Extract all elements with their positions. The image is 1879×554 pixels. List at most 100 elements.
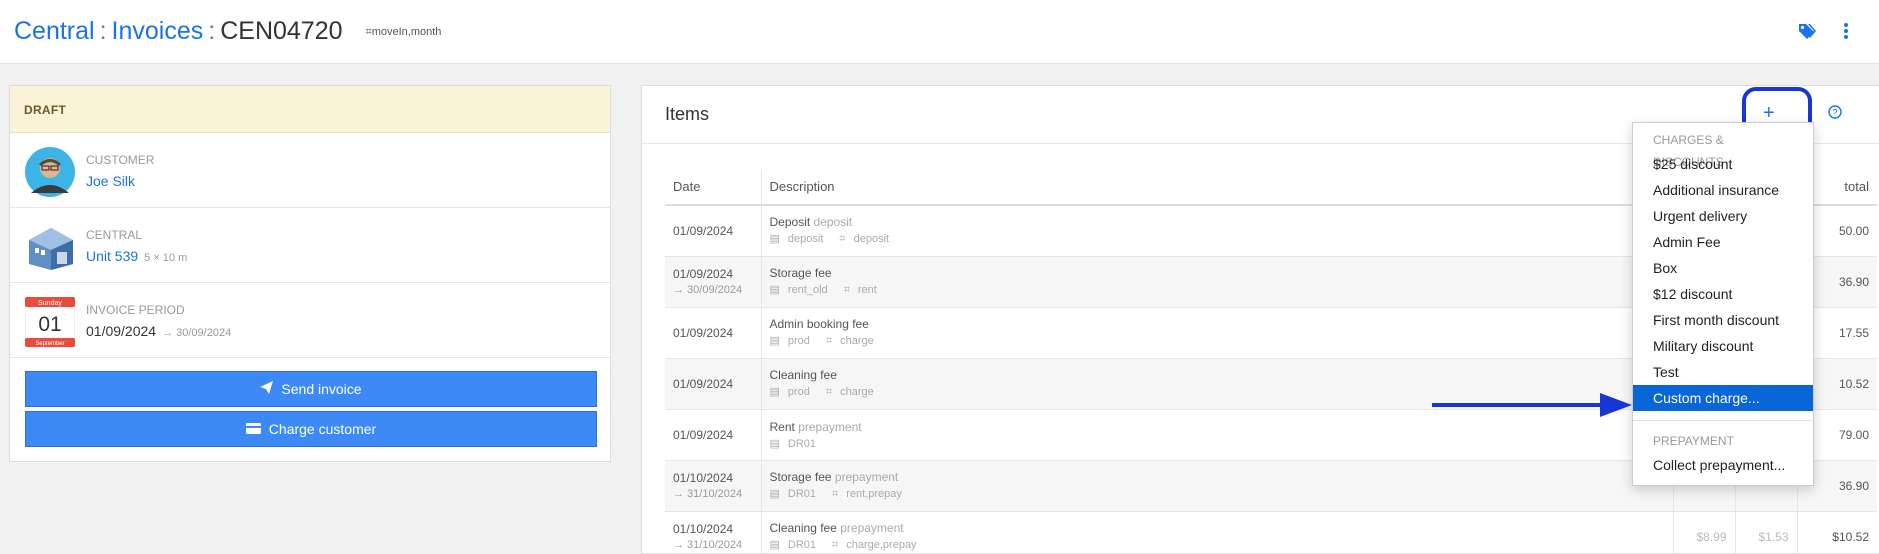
tag-icon: ⌗ — [839, 233, 846, 246]
invoice-tags[interactable]: ⌗moveIn,month — [365, 26, 441, 38]
menu-item[interactable]: Military discount — [1633, 333, 1813, 359]
unit-name[interactable]: Unit 539 — [86, 248, 138, 264]
period-row: Sunday 01 September INVOICE PERIOD 01/09/2… — [10, 283, 610, 358]
customer-name-link[interactable]: Joe Silk — [86, 173, 135, 189]
menu-item[interactable]: Additional insurance — [1633, 177, 1813, 203]
ledger-icon: ▤ — [769, 437, 780, 450]
help-icon[interactable]: ? — [1828, 105, 1842, 124]
page-title: CEN04720 — [220, 17, 343, 45]
unit-link[interactable]: Unit 539 5 × 10 m — [86, 248, 187, 264]
row-description[interactable]: Cleaning fee — [770, 368, 837, 382]
row-code: ▤ prod — [770, 386, 818, 398]
unit-size: 5 × 10 m — [144, 252, 188, 264]
menu-item[interactable]: Collect prepayment... — [1633, 452, 1813, 478]
row-description[interactable]: Admin booking fee — [770, 317, 869, 331]
row-date: 01/10/2024 — [673, 522, 734, 536]
charge-customer-label: Charge customer — [268, 421, 377, 437]
menu-item[interactable]: First month discount — [1633, 307, 1813, 333]
menu-item[interactable]: Test — [1633, 359, 1813, 385]
row-description[interactable]: Deposit — [770, 215, 811, 229]
row-tags: ⌗ charge — [826, 386, 882, 398]
breadcrumb: Central: Invoices: CEN04720 ⌗moveIn,month — [14, 16, 441, 47]
row-date: 01/09/2024 — [673, 223, 734, 238]
menu-item[interactable]: Custom charge... — [1633, 385, 1813, 411]
top-bar: Central: Invoices: CEN04720 ⌗moveIn,month — [0, 0, 1879, 64]
row-tags: ⌗ rent — [844, 284, 885, 296]
menu-item[interactable]: $12 discount — [1633, 281, 1813, 307]
column-date[interactable]: Date — [665, 169, 762, 206]
site-label: CENTRAL — [86, 228, 143, 242]
row-description[interactable]: Cleaning fee — [770, 521, 837, 535]
row-code: ▤ DR01 — [770, 539, 825, 551]
row-note: prepayment — [798, 419, 862, 434]
building-icon — [25, 222, 75, 272]
menu-section-header: CHARGES & DISCOUNTS — [1653, 133, 1724, 169]
unit-row: CENTRAL Unit 539 5 × 10 m — [10, 208, 610, 283]
calendar-month: September — [35, 341, 64, 347]
row-date-cell: 01/09/2024 — [665, 205, 762, 257]
row-code: ▤ prod — [770, 335, 818, 347]
customer-row: CUSTOMER Joe Silk — [10, 133, 610, 208]
more-vert-icon[interactable] — [1843, 22, 1849, 45]
arrow-annotation — [1432, 393, 1632, 428]
tag-icon: ⌗ — [825, 386, 833, 398]
items-title: Items — [665, 104, 710, 124]
calendar-date: 01 — [38, 313, 61, 336]
row-description[interactable]: Rent — [770, 420, 795, 434]
row-tags-text: charge,prepay — [846, 539, 917, 551]
row-tags: ⌗ charge,prepay — [832, 539, 925, 551]
tag-icon: ⌗ — [832, 488, 839, 500]
menu-item[interactable]: Box — [1633, 255, 1813, 281]
row-date-end: → 31/10/2024 — [673, 539, 743, 551]
row-date: 01/09/2024 — [673, 267, 734, 281]
tag-icon: ⌗ — [832, 539, 839, 551]
row-total: $10.52 — [1797, 511, 1877, 553]
breadcrumb-root-link[interactable]: Central — [14, 17, 95, 45]
row-date-cell: 01/09/2024 — [665, 358, 762, 410]
row-amount: $8.99 — [1673, 511, 1736, 553]
send-icon — [260, 381, 274, 397]
column-description[interactable]: Description — [761, 169, 1674, 206]
invoice-summary-card: DRAFT CUSTOMER Joe Silk CENTRAL Unit 539… — [9, 85, 611, 462]
breadcrumb-section-link[interactable]: Invoices — [112, 17, 204, 45]
breadcrumb-separator: : — [208, 17, 216, 45]
ledger-icon: ▤ — [769, 233, 780, 246]
tags-icon[interactable] — [1797, 22, 1817, 45]
row-code-text: prod — [787, 335, 810, 347]
row-tags: ⌗ rent,prepay — [832, 488, 910, 500]
invoice-tags-text: moveIn,month — [371, 26, 442, 39]
row-tags-text: rent — [857, 284, 877, 296]
row-note: prepayment — [834, 470, 899, 484]
menu-item[interactable]: Urgent delivery — [1633, 203, 1813, 229]
status-badge: DRAFT — [10, 86, 610, 133]
row-code: ▤ DR01 — [770, 488, 825, 500]
row-code-text: DR01 — [787, 437, 817, 450]
row-description[interactable]: Storage fee — [770, 470, 832, 484]
charge-customer-button[interactable]: Charge customer — [25, 411, 597, 447]
calendar-day: Sunday — [38, 300, 62, 307]
row-code: ▤ rent_old — [770, 284, 836, 296]
calendar-icon: Sunday 01 September — [24, 296, 76, 348]
menu-item[interactable]: Admin Fee — [1633, 229, 1813, 255]
row-date-cell: 01/09/2024 — [665, 307, 762, 359]
period-value: 01/09/2024 → 30/09/2024 — [86, 323, 231, 339]
send-invoice-label: Send invoice — [281, 381, 362, 397]
row-tags: ⌗ deposit — [839, 233, 897, 245]
row-description[interactable]: Storage fee — [770, 266, 832, 280]
table-row[interactable]: 01/10/2024 → 31/10/2024 Cleaning fee prepa… — [665, 511, 1877, 553]
row-date: 01/09/2024 — [673, 325, 734, 340]
ledger-icon: ▤ — [769, 488, 780, 500]
customer-label: CUSTOMER — [86, 153, 155, 167]
row-tags: ⌗ charge — [826, 335, 882, 347]
row-code: ▤ deposit — [770, 233, 832, 245]
row-tags-text: deposit — [853, 233, 890, 246]
ledger-icon: ▤ — [769, 386, 780, 398]
row-tags-text: charge — [840, 386, 874, 398]
menu-item[interactable]: $25 discount — [1633, 151, 1813, 177]
row-date: 01/10/2024 — [673, 471, 734, 485]
row-note: prepayment — [840, 521, 904, 535]
row-code-text: prod — [787, 386, 810, 398]
send-invoice-button[interactable]: Send invoice — [25, 371, 597, 407]
row-description-cell: Admin booking fee ▤ prod ⌗ charge — [761, 307, 1674, 359]
row-date-cell: 01/09/2024 → 30/09/2024 — [665, 256, 762, 308]
